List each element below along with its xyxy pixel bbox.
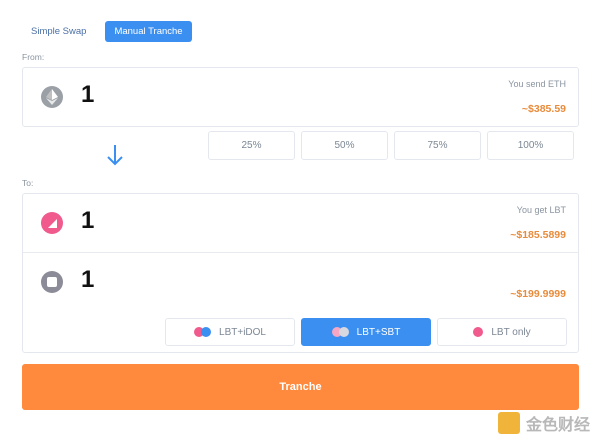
pct-75-button[interactable]: 75% [394, 131, 481, 160]
tranche-options: LBT+iDOL LBT+SBT LBT only [165, 318, 567, 346]
option-lbt-sbt[interactable]: LBT+SBT [301, 318, 431, 346]
sbt-price: ~$199.9999 [510, 288, 566, 300]
from-label: From: [22, 52, 45, 62]
lbt-icon [41, 212, 63, 234]
sbt-amount[interactable]: 1 [81, 266, 94, 294]
watermark-text: 金色财经 [525, 417, 590, 434]
watermark: 金色财经 [497, 411, 590, 435]
percentage-buttons: 25% 50% 75% 100% [208, 131, 574, 160]
arrow-down-icon [107, 145, 123, 166]
from-row: 1 You send ETH ~$385.59 [23, 68, 578, 126]
sbt-icon [41, 271, 63, 293]
from-box: 1 You send ETH ~$385.59 [22, 67, 579, 127]
tab-simple-swap[interactable]: Simple Swap [22, 21, 95, 42]
lbt-amount[interactable]: 1 [81, 207, 94, 235]
option-lbt-only[interactable]: LBT only [437, 318, 567, 346]
lbt-price: ~$185.5899 [510, 229, 566, 241]
eth-icon [41, 86, 63, 108]
sbt-row: 1 ~$199.9999 [23, 252, 578, 310]
lbt-row: 1 You get LBT ~$185.5899 [23, 194, 578, 252]
watermark-logo-icon [497, 412, 520, 434]
lbt-sbt-icon [331, 327, 349, 337]
send-price: ~$385.59 [521, 103, 566, 115]
option-lbt-idol[interactable]: LBT+iDOL [165, 318, 295, 346]
pct-25-button[interactable]: 25% [208, 131, 295, 160]
option-lbt-only-label: LBT only [491, 326, 531, 338]
tab-manual-tranche[interactable]: Manual Tranche [105, 21, 192, 42]
get-label: You get LBT [516, 205, 566, 215]
pct-50-button[interactable]: 50% [301, 131, 388, 160]
mode-tabs: Simple Swap Manual Tranche [22, 21, 192, 42]
option-lbt-idol-label: LBT+iDOL [219, 326, 266, 338]
tranche-button[interactable]: Tranche [22, 364, 579, 410]
pct-100-button[interactable]: 100% [487, 131, 574, 160]
lbt-idol-icon [194, 327, 212, 337]
to-label: To: [22, 178, 34, 188]
option-lbt-sbt-label: LBT+SBT [356, 326, 401, 338]
lbt-only-icon [473, 327, 484, 337]
from-amount-input[interactable]: 1 [81, 81, 94, 109]
send-label: You send ETH [508, 79, 566, 89]
